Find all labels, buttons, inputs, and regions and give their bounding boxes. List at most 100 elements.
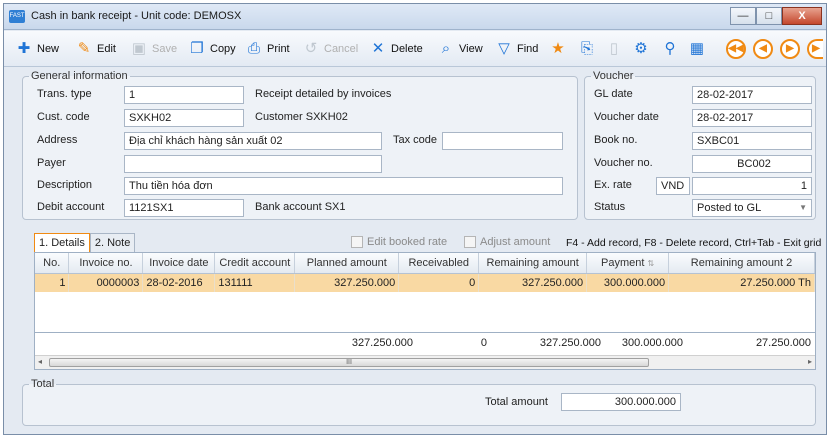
ex-rate-input[interactable]: 1 (692, 177, 812, 195)
cell-credit-account[interactable]: 131111 (214, 273, 296, 292)
voucher-no-input[interactable]: BC002 (692, 155, 812, 173)
tab-details[interactable]: 1. Details (34, 233, 90, 252)
status-label: Status (594, 201, 626, 213)
edit-booked-rate-option[interactable]: Edit booked rate (351, 236, 447, 248)
toolbar: ✚ New ✎ Edit ▣ Save ❐ Copy ⎙ Print ↺ Can… (4, 31, 826, 67)
currency-input[interactable]: VND (656, 177, 690, 195)
gear-icon: ⚙ (634, 40, 648, 57)
trans-type-desc: Receipt detailed by invoices (255, 88, 392, 100)
receipt-window: FAST Cash in bank receipt - Unit code: D… (3, 3, 827, 435)
scroll-right-icon[interactable]: ▸ (808, 357, 812, 366)
app-icon: FAST (9, 10, 25, 23)
address-input[interactable]: Địa chỉ khách hàng sản xuất 02 (124, 132, 382, 150)
tab-note[interactable]: 2. Note (89, 233, 136, 252)
close-button[interactable]: X (782, 7, 822, 25)
cust-code-input[interactable]: SXKH02 (124, 109, 244, 127)
cell-payment[interactable]: 300.000.000 (586, 273, 670, 292)
copy-button[interactable]: ❐ Copy (187, 37, 235, 61)
gl-date-input[interactable]: 28-02-2017 (692, 86, 812, 104)
scroll-left-icon[interactable]: ◂ (38, 357, 42, 366)
status-value: Posted to GL (697, 202, 762, 214)
keyboard-hint: F4 - Add record, F8 - Delete record, Ctr… (566, 237, 822, 249)
payer-input[interactable] (124, 155, 382, 173)
address-label: Address (37, 134, 78, 146)
window-title: Cash in bank receipt - Unit code: DEMOSX (31, 10, 242, 22)
debit-account-desc: Bank account SX1 (255, 201, 346, 213)
filter-icon: ▽ (498, 40, 510, 57)
cancel-button[interactable]: ↺ Cancel (301, 37, 359, 61)
cust-code-desc: Customer SXKH02 (255, 111, 348, 123)
star-icon: ★ (551, 40, 565, 57)
col-payment[interactable]: Payment ⇅ (586, 253, 670, 274)
payer-label: Payer (37, 157, 66, 169)
voucher-date-input[interactable]: 28-02-2017 (692, 109, 812, 127)
total-remaining-amount-2: 27.250.000 (755, 337, 811, 349)
ex-rate-label: Ex. rate (594, 179, 632, 191)
description-label: Description (37, 179, 93, 191)
favorite-button[interactable]: ★ (548, 37, 568, 61)
delete-button[interactable]: ✕ Delete (368, 37, 423, 61)
scrollbar-thumb[interactable]: III (49, 358, 649, 367)
total-planned-amount: 327.250.000 (351, 337, 413, 349)
description-input[interactable]: Thu tiền hóa đơn (124, 177, 563, 195)
col-invoice-date[interactable]: Invoice date (142, 253, 216, 274)
status-select[interactable]: Posted to GL ▼ (692, 199, 812, 217)
cell-remaining-amount[interactable]: 327.250.000 (478, 273, 588, 292)
new-button[interactable]: ✚ New (14, 37, 59, 61)
col-receivabled[interactable]: Receivabled (398, 253, 480, 274)
table-row[interactable]: 1 0000003 28-02-2016 131111 327.250.000 … (35, 273, 815, 292)
settings-button[interactable]: ⚙ (631, 37, 651, 61)
grid-total-row: 327.250.000 0 327.250.000 300.000.000 27… (35, 332, 815, 354)
cell-remaining-amount-2[interactable]: 27.250.000 Th (668, 273, 815, 292)
horizontal-scrollbar[interactable]: ◂ III ▸ (35, 355, 815, 369)
general-information-legend: General information (31, 70, 128, 82)
save-button[interactable]: ▣ Save (129, 37, 177, 61)
adjust-amount-checkbox[interactable] (464, 236, 476, 248)
grid-header-row: No. Invoice no. Invoice date Credit acco… (35, 253, 815, 274)
details-grid[interactable]: No. Invoice no. Invoice date Credit acco… (34, 252, 816, 370)
binoculars-button[interactable]: ⚲ (660, 37, 680, 61)
cell-invoice-no[interactable]: 0000003 (68, 273, 144, 292)
gl-date-label: GL date (594, 88, 633, 100)
cell-planned-amount[interactable]: 327.250.000 (294, 273, 400, 292)
trans-type-label: Trans. type (37, 88, 92, 100)
book-no-label: Book no. (594, 134, 638, 146)
last-record-button[interactable]: ▶ (807, 39, 823, 59)
col-remaining-amount[interactable]: Remaining amount (478, 253, 588, 274)
next-record-button[interactable]: ▶ (780, 39, 800, 59)
first-record-button[interactable]: ◀◀ (726, 39, 746, 59)
col-no[interactable]: No. (35, 253, 70, 274)
voucher-date-label: Voucher date (594, 111, 659, 123)
col-planned-amount[interactable]: Planned amount (294, 253, 400, 274)
calculator-button[interactable]: ▦ (687, 37, 707, 61)
blank-document-icon: ▯ (609, 40, 619, 57)
edit-button[interactable]: ✎ Edit (74, 37, 116, 61)
col-credit-account[interactable]: Credit account (214, 253, 296, 274)
previous-record-button[interactable]: ◀ (753, 39, 773, 59)
find-button[interactable]: ▽ Find (494, 37, 538, 61)
cell-receivabled[interactable]: 0 (398, 273, 480, 292)
edit-booked-rate-checkbox[interactable] (351, 236, 363, 248)
next-icon: ▶ (786, 43, 794, 54)
adjust-amount-option[interactable]: Adjust amount (464, 236, 550, 248)
print-button[interactable]: ⎙ Print (244, 37, 290, 61)
cell-no[interactable]: 1 (35, 273, 70, 292)
total-amount-label: Total amount (485, 396, 548, 408)
new-document-icon: ✚ (17, 40, 31, 57)
first-icon: ◀◀ (728, 43, 744, 54)
debit-account-input[interactable]: 1121SX1 (124, 199, 244, 217)
document-button[interactable]: ▯ (604, 37, 624, 61)
minimize-button[interactable]: — (730, 7, 756, 25)
maximize-button[interactable]: □ (756, 7, 782, 25)
col-remaining-amount-2[interactable]: Remaining amount 2 (668, 253, 815, 274)
cell-overflow-text: Th (798, 276, 811, 289)
attach-button[interactable]: ⎘ (577, 37, 597, 61)
pencil-icon: ✎ (77, 40, 91, 57)
tax-code-input[interactable] (442, 132, 563, 150)
col-invoice-no[interactable]: Invoice no. (68, 253, 144, 274)
view-button[interactable]: ⌕ View (436, 37, 483, 61)
book-no-input[interactable]: SXBC01 (692, 132, 812, 150)
total-payment: 300.000.000 (621, 337, 683, 349)
cell-invoice-date[interactable]: 28-02-2016 (142, 273, 216, 292)
trans-type-input[interactable]: 1 (124, 86, 244, 104)
